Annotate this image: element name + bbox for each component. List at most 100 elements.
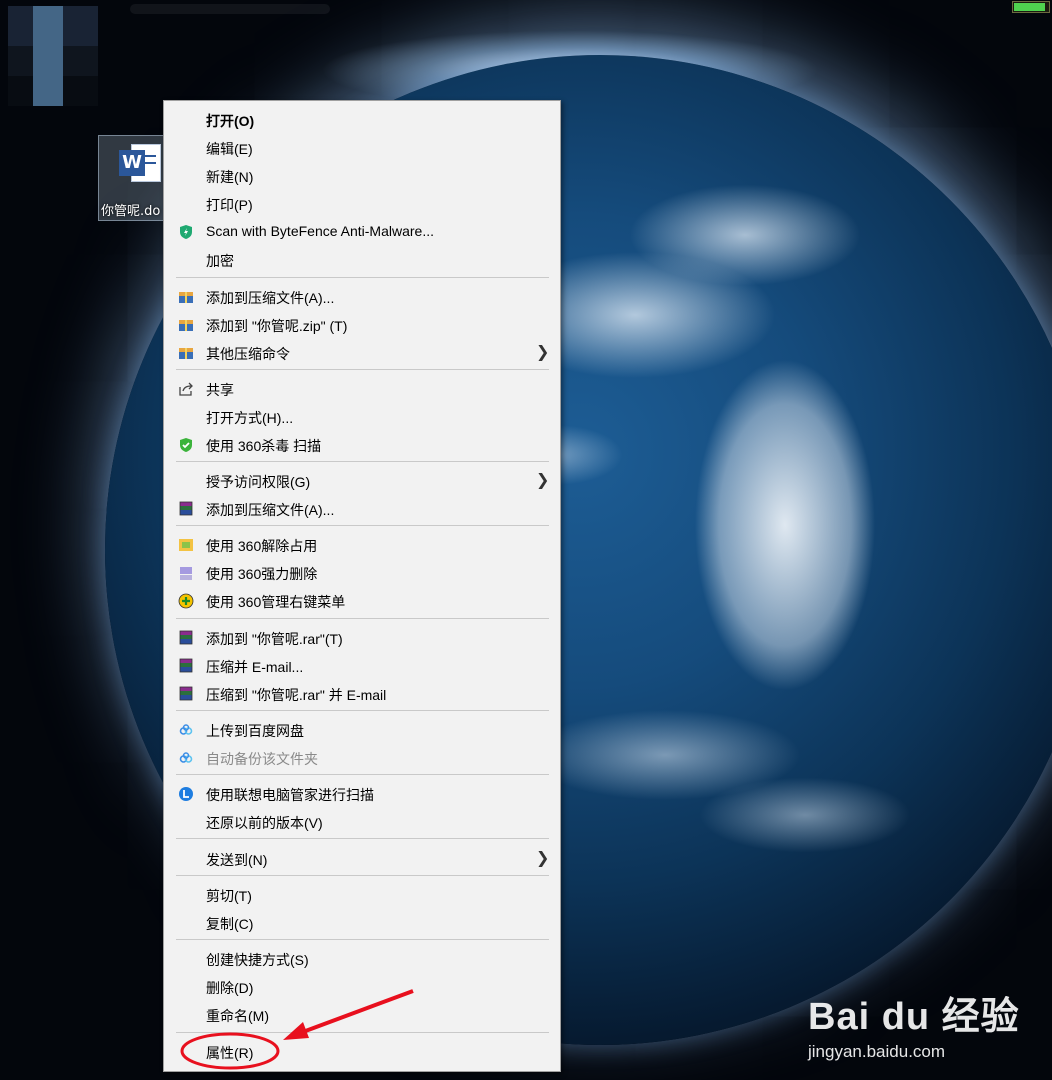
- menu-item-label: 发送到(N): [206, 852, 268, 868]
- menu-item[interactable]: 使用 360强力删除: [164, 559, 560, 587]
- menu-item-label: 添加到 "你管呢.zip" (T): [206, 318, 348, 334]
- submenu-arrow-icon: ❯: [536, 344, 550, 361]
- word-document-icon: W: [119, 144, 161, 184]
- menu-item[interactable]: 使用 360解除占用: [164, 531, 560, 559]
- menu-item-label: 其他压缩命令: [206, 346, 290, 362]
- menu-item[interactable]: 压缩到 "你管呢.rar" 并 E-mail: [164, 680, 560, 708]
- menu-item-label: 添加到 "你管呢.rar"(T): [206, 631, 343, 647]
- menu-item-label: 加密: [206, 253, 234, 269]
- menu-item-label: 添加到压缩文件(A)...: [206, 502, 335, 518]
- winrar-icon: [178, 501, 194, 517]
- battery-level-fill: [1014, 3, 1046, 11]
- menu-item[interactable]: 还原以前的版本(V): [164, 808, 560, 836]
- winrar-icon: [178, 686, 194, 702]
- menu-item[interactable]: 添加到 "你管呢.zip" (T): [164, 311, 560, 339]
- menu-item[interactable]: 使用联想电脑管家进行扫描: [164, 780, 560, 808]
- menu-item[interactable]: 授予访问权限(G) ❯: [164, 467, 560, 495]
- menu-item[interactable]: 压缩并 E-mail...: [164, 652, 560, 680]
- menu-item-label: 编辑(E): [206, 141, 253, 157]
- menu-item[interactable]: 打印(P): [164, 190, 560, 218]
- menu-item-label: 打开(O): [206, 113, 255, 129]
- menu-item[interactable]: 使用 360管理右键菜单: [164, 587, 560, 615]
- menu-item[interactable]: 编辑(E): [164, 134, 560, 162]
- menu-item-label: 复制(C): [206, 916, 254, 932]
- menu-item-label: 自动备份该文件夹: [206, 751, 318, 767]
- winrar-icon: [178, 630, 194, 646]
- menu-item-label: 添加到压缩文件(A)...: [206, 290, 335, 306]
- menu-item-label: 共享: [206, 382, 234, 398]
- lenovo-manager-icon: [178, 786, 194, 802]
- menu-item-label: 使用 360解除占用: [206, 538, 318, 554]
- 360-unlock-icon: [178, 537, 194, 553]
- menu-item[interactable]: 上传到百度网盘: [164, 716, 560, 744]
- menu-item-label: 打开方式(H)...: [206, 410, 294, 426]
- baidu-netdisk-icon: [178, 722, 194, 738]
- baidu-netdisk-icon: [178, 750, 194, 766]
- submenu-arrow-icon: ❯: [536, 850, 550, 867]
- battery-indicator: [1012, 1, 1050, 13]
- menu-item[interactable]: 创建快捷方式(S): [164, 945, 560, 973]
- menu-item-label: 使用 360管理右键菜单: [206, 594, 346, 610]
- submenu-arrow-icon: ❯: [536, 472, 550, 489]
- menu-item[interactable]: 添加到压缩文件(A)...: [164, 283, 560, 311]
- watermark-url: jingyan.baidu.com: [808, 1042, 946, 1061]
- menu-item-label: 压缩到 "你管呢.rar" 并 E-mail: [206, 687, 387, 703]
- menu-item-label: 还原以前的版本(V): [206, 815, 323, 831]
- desktop-file-label: 你管呢.do: [101, 204, 161, 219]
- menu-separator: [176, 461, 549, 462]
- menu-item-label: 创建快捷方式(S): [206, 952, 309, 968]
- menu-item[interactable]: 复制(C): [164, 909, 560, 937]
- archive-icon: [178, 345, 194, 361]
- 360-shred-icon: [178, 565, 194, 581]
- menu-item-label: 压缩并 E-mail...: [206, 659, 304, 675]
- blurred-desktop-icon: [8, 6, 98, 106]
- menu-item-label: 重命名(M): [206, 1008, 269, 1024]
- menu-item[interactable]: 发送到(N) ❯: [164, 845, 560, 873]
- menu-item[interactable]: 属性(R): [164, 1038, 560, 1066]
- top-blurred-bar: [130, 4, 330, 14]
- menu-item-label: 上传到百度网盘: [206, 723, 304, 739]
- archive-icon: [178, 289, 194, 305]
- baidu-jingyan-watermark: Bai du 经验 jingyan.baidu.com: [808, 985, 1020, 1062]
- menu-item-label: 使用联想电脑管家进行扫描: [206, 787, 374, 803]
- menu-item[interactable]: 共享: [164, 375, 560, 403]
- menu-separator: [176, 277, 549, 278]
- menu-item[interactable]: 打开方式(H)...: [164, 403, 560, 431]
- menu-item[interactable]: 打开(O): [164, 106, 560, 134]
- menu-item-label: 删除(D): [206, 980, 254, 996]
- watermark-logo: Bai du 经验: [808, 996, 1020, 1038]
- menu-separator: [176, 875, 549, 876]
- menu-item[interactable]: Scan with ByteFence Anti-Malware...: [164, 218, 560, 246]
- menu-item[interactable]: 删除(D): [164, 973, 560, 1001]
- menu-item[interactable]: 新建(N): [164, 162, 560, 190]
- share-icon: [178, 381, 194, 397]
- context-menu: 打开(O) 编辑(E) 新建(N) 打印(P) Scan with ByteFence …: [163, 100, 561, 1072]
- menu-separator: [176, 838, 549, 839]
- menu-item-label: 剪切(T): [206, 888, 252, 904]
- menu-item[interactable]: 其他压缩命令 ❯: [164, 339, 560, 367]
- 360-menu-manager-icon: [178, 593, 194, 609]
- bytefence-shield-icon: [178, 224, 194, 240]
- menu-item[interactable]: 加密: [164, 246, 560, 274]
- winrar-icon: [178, 658, 194, 674]
- menu-item-label: 打印(P): [206, 197, 253, 213]
- 360-antivirus-icon: [178, 437, 194, 453]
- menu-separator: [176, 525, 549, 526]
- menu-item-label: 属性(R): [206, 1045, 254, 1061]
- menu-item[interactable]: 重命名(M): [164, 1001, 560, 1029]
- menu-item[interactable]: 添加到压缩文件(A)...: [164, 495, 560, 523]
- menu-separator: [176, 774, 549, 775]
- menu-item-label: 使用 360强力删除: [206, 566, 318, 582]
- menu-item[interactable]: 剪切(T): [164, 881, 560, 909]
- menu-item: 自动备份该文件夹: [164, 744, 560, 772]
- menu-item-label: 使用 360杀毒 扫描: [206, 438, 322, 454]
- menu-separator: [176, 1032, 549, 1033]
- menu-separator: [176, 710, 549, 711]
- menu-separator: [176, 369, 549, 370]
- desktop-file-word[interactable]: W 你管呢.do: [98, 135, 168, 221]
- menu-separator: [176, 939, 549, 940]
- menu-item[interactable]: 使用 360杀毒 扫描: [164, 431, 560, 459]
- menu-item[interactable]: 添加到 "你管呢.rar"(T): [164, 624, 560, 652]
- menu-item-label: 新建(N): [206, 169, 254, 185]
- archive-icon: [178, 317, 194, 333]
